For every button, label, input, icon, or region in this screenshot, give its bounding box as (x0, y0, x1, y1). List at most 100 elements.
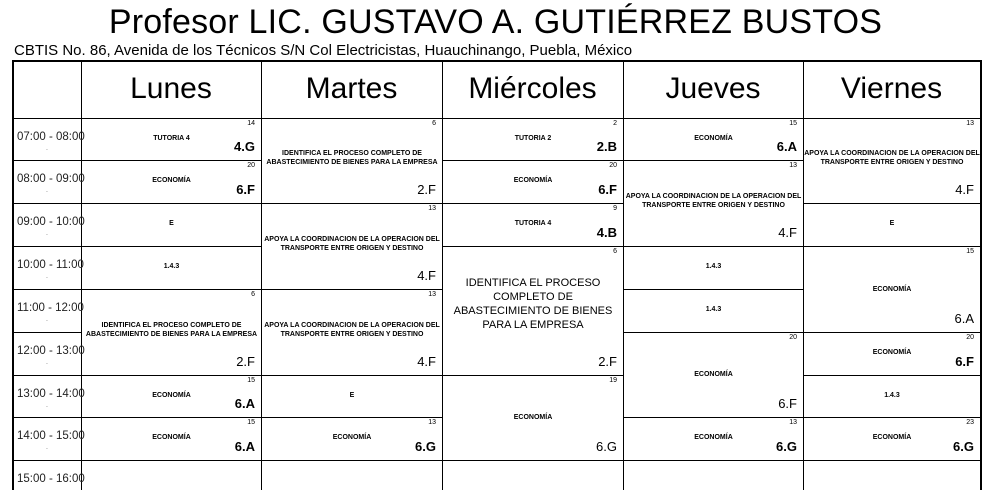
subject-label: APOYA LA COORDINACION DE LA OPERACION DE… (804, 150, 980, 166)
subject-label: IDENTIFICA EL PROCESO COMPLETO DE ABASTE… (266, 150, 438, 166)
room-number: 13 (428, 419, 436, 426)
room-number: 20 (609, 162, 617, 169)
room-number: 13 (428, 291, 436, 298)
time-tick-mark: . (46, 230, 48, 237)
room-number: 13 (428, 205, 436, 212)
time-row-divider (14, 460, 81, 461)
class-cell[interactable]: 20 ECONOMÍA 6.F (443, 160, 623, 203)
group-label: 6.A (234, 396, 255, 411)
class-cell[interactable]: 13 ECONOMÍA 6.G (624, 417, 803, 460)
room-number: 23 (966, 419, 974, 426)
row-divider (442, 460, 623, 461)
time-tick-mark: . (46, 316, 48, 323)
room-number: 20 (247, 162, 255, 169)
subject-label: 1.4.3 (705, 263, 722, 270)
subject-label: 1.4.3 (163, 263, 180, 270)
time-tick-mark: . (46, 359, 48, 366)
group-label: 2.F (417, 182, 436, 197)
room-number: 6 (613, 248, 617, 255)
class-cell[interactable]: 1.4.3 (82, 246, 261, 289)
subject-label: IDENTIFICA EL PROCESO COMPLETO DE ABASTE… (453, 277, 613, 331)
class-cell[interactable]: 15 ECONOMÍA 6.A (82, 375, 261, 417)
day-header-lunes: Lunes (130, 71, 212, 105)
class-cell[interactable]: E (82, 203, 261, 246)
time-row-divider (14, 375, 81, 376)
time-tick-mark: . (46, 273, 48, 280)
group-label: 2.F (598, 354, 617, 369)
subject-label: 1.4.3 (884, 392, 900, 399)
class-cell[interactable]: 20 ECONOMÍA 6.F (804, 332, 980, 375)
class-cell[interactable]: 13 APOYA LA COORDINACION DE LA OPERACION … (262, 289, 442, 375)
subject-label: IDENTIFICA EL PROCESO COMPLETO DE ABASTE… (85, 322, 258, 338)
class-cell[interactable]: 6 IDENTIFICA EL PROCESO COMPLETO DE ABAST… (82, 289, 261, 375)
room-number: 13 (789, 419, 797, 426)
class-cell[interactable]: 1.4.3 (624, 289, 803, 332)
group-label: 6.F (955, 354, 974, 369)
class-cell[interactable]: 13 APOYA LA COORDINACION DE LA OPERACION … (804, 118, 980, 203)
class-cell[interactable]: 6 IDENTIFICA EL PROCESO COMPLETO DE ABAST… (443, 246, 623, 375)
subject-label: APOYA LA COORDINACION DE LA OPERACION DE… (625, 193, 802, 209)
class-cell[interactable]: 13 APOYA LA COORDINACION DE LA OPERACION … (624, 160, 803, 246)
group-label: 2.B (596, 139, 617, 154)
room-number: 14 (247, 120, 255, 127)
group-label: 6.F (598, 182, 617, 197)
time-row-divider (14, 160, 81, 161)
time-slot-label: 12:00 - 13:00 (17, 345, 85, 357)
class-cell[interactable]: 13 APOYA LA COORDINACION DE LA OPERACION … (262, 203, 442, 289)
group-label: 6.G (953, 439, 974, 454)
time-row-divider (14, 118, 81, 119)
school-address: CBTIS No. 86, Avenida de los Técnicos S/… (14, 42, 633, 59)
class-cell[interactable]: E (262, 375, 442, 417)
room-number: 19 (609, 377, 617, 384)
subject-label: E (349, 392, 355, 399)
time-slot-label: 10:00 - 11:00 (17, 259, 84, 271)
subject-label: ECONOMÍA (694, 371, 733, 378)
room-number: 9 (613, 205, 617, 212)
time-row-divider (14, 246, 81, 247)
class-cell[interactable]: 14 TUTORIA 4 4.G (82, 118, 261, 160)
time-row-divider (14, 289, 81, 290)
class-cell[interactable]: 2 TUTORIA 2 2.B (443, 118, 623, 160)
time-slot-label: 13:00 - 14:00 (17, 388, 85, 400)
class-cell[interactable]: 1.4.3 (804, 375, 980, 417)
time-row-divider (14, 417, 81, 418)
room-number: 13 (789, 162, 797, 169)
class-cell[interactable]: 20 ECONOMÍA 6.F (624, 332, 803, 417)
room-number: 20 (789, 334, 797, 341)
group-label: 2.F (236, 354, 255, 369)
group-label: 4.F (778, 225, 797, 240)
class-cell[interactable]: 13 ECONOMÍA 6.G (262, 417, 442, 460)
class-cell[interactable]: 15 ECONOMÍA 6.A (82, 417, 261, 460)
class-cell[interactable]: E (804, 203, 980, 246)
class-cell[interactable]: 15 ECONOMÍA 6.A (804, 246, 980, 332)
subject-label: E (889, 220, 895, 227)
group-label: 6.A (776, 139, 797, 154)
subject-label: ECONOMÍA (872, 286, 912, 293)
room-number: 15 (247, 419, 255, 426)
subject-label: ECONOMÍA (513, 414, 553, 421)
class-cell[interactable]: 9 TUTORIA 4 4.B (443, 203, 623, 246)
group-label: 6.A (234, 439, 255, 454)
class-cell[interactable]: 20 ECONOMÍA 6.F (82, 160, 261, 203)
group-label: 6.G (776, 439, 797, 454)
class-cell[interactable]: 6 IDENTIFICA EL PROCESO COMPLETO DE ABAST… (262, 118, 442, 203)
class-cell[interactable]: 23 ECONOMÍA 6.G (804, 417, 980, 460)
group-label: 4.G (234, 139, 255, 154)
class-cell[interactable]: 15 ECONOMÍA 6.A (624, 118, 803, 160)
group-label: 6.A (954, 311, 974, 326)
page-title: Profesor LIC. GUSTAVO A. GUTIÉRREZ BUSTO… (108, 3, 883, 41)
room-number: 15 (966, 248, 974, 255)
class-cell[interactable]: 1.4.3 (624, 246, 803, 289)
group-label: 4.F (417, 268, 436, 283)
day-header-miércoles: Miércoles (468, 71, 597, 105)
class-cell[interactable]: 19 ECONOMÍA 6.G (443, 375, 623, 460)
room-number: 2 (613, 120, 617, 127)
group-label: 6.G (596, 439, 617, 454)
room-number: 13 (966, 120, 974, 127)
subject-label: APOYA LA COORDINACION DE LA OPERACION DE… (264, 236, 440, 252)
time-slot-label: 15:00 - 16:00 (17, 473, 85, 485)
subject-label: E (169, 220, 174, 227)
row-divider (261, 460, 442, 461)
time-slot-label: 14:00 - 15:00 (17, 430, 85, 442)
day-header-martes: Martes (305, 71, 398, 105)
